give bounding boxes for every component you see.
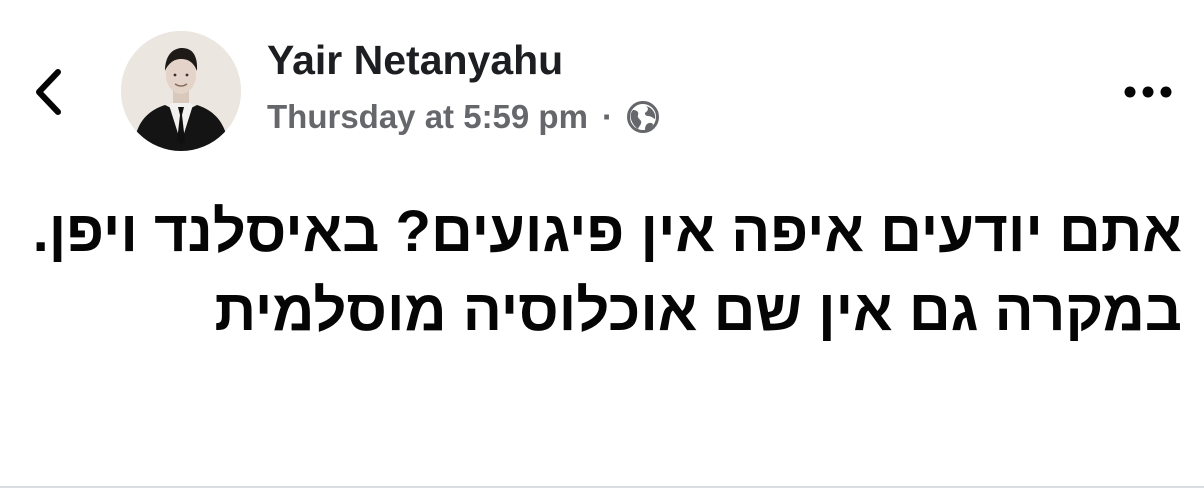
meta-separator: · (601, 98, 613, 135)
post-timestamp[interactable]: Thursday at 5:59 pm (267, 98, 588, 136)
back-button[interactable] (22, 62, 74, 122)
ellipsis-icon (1124, 86, 1172, 98)
post-text: אתם יודעים איפה אין פיגועים? באיסלנד ויפ… (32, 199, 1182, 343)
avatar[interactable] (121, 31, 241, 151)
post-meta: Thursday at 5:59 pm · (267, 96, 661, 138)
profile-photo (121, 31, 241, 151)
author-name[interactable]: Yair Netanyahu (267, 40, 563, 81)
divider (0, 486, 1204, 488)
chevron-left-icon (36, 69, 61, 115)
more-options-button[interactable] (1108, 72, 1188, 112)
globe-icon[interactable] (625, 99, 661, 135)
